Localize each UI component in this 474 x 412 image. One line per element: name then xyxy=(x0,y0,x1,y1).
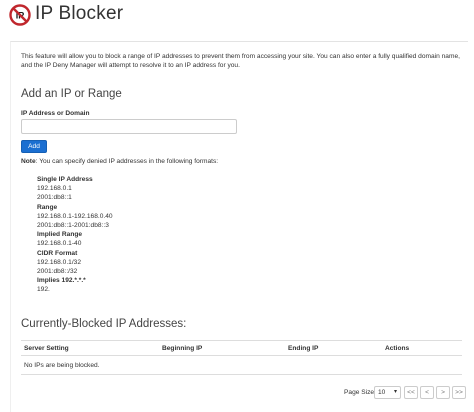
add-button[interactable]: Add xyxy=(21,140,47,153)
format-example: 2001:db8::1 xyxy=(37,194,72,202)
format-title: Single IP Address xyxy=(37,176,93,183)
format-example: 192.168.0.1/32 xyxy=(37,258,81,266)
format-note: Note: You can specify denied IP addresse… xyxy=(21,158,218,165)
column-header-server-setting[interactable]: Server Setting xyxy=(24,345,69,352)
ip-field-label: IP Address or Domain xyxy=(21,110,90,117)
page-size-label: Page Size xyxy=(344,389,375,396)
blocked-ips-heading: Currently-Blocked IP Addresses: xyxy=(21,318,187,330)
chevron-down-icon: ▾ xyxy=(393,389,397,395)
column-header-actions: Actions xyxy=(385,345,410,352)
format-example: 2001:db8::/32 xyxy=(37,268,78,276)
column-header-beginning-ip[interactable]: Beginning IP xyxy=(162,345,202,352)
ip-formats-list: Single IP Address 192.168.0.1 2001:db8::… xyxy=(37,175,113,295)
column-header-ending-ip[interactable]: Ending IP xyxy=(288,345,318,352)
ip-blocker-logo-icon: IP xyxy=(9,4,31,26)
empty-table-message: No IPs are being blocked. xyxy=(24,362,100,369)
feature-description: This feature will allow you to block a r… xyxy=(21,53,460,69)
blocked-ips-table: Server Setting Beginning IP Ending IP Ac… xyxy=(21,340,462,375)
format-example: 192.168.0.1-192.168.0.40 xyxy=(37,212,113,220)
ip-address-input[interactable] xyxy=(21,119,237,134)
format-example: 192.168.0.1 xyxy=(37,185,72,193)
last-page-button[interactable]: >> xyxy=(452,386,466,399)
page-size-select[interactable]: 10 ▾ xyxy=(374,386,401,399)
format-title: Implies 192.*.*.* xyxy=(37,277,86,285)
format-title: CIDR Format xyxy=(37,249,78,257)
add-ip-heading: Add an IP or Range xyxy=(21,88,122,100)
next-page-button[interactable]: > xyxy=(436,386,450,399)
format-title: Range xyxy=(37,203,58,211)
first-page-button[interactable]: << xyxy=(404,386,418,399)
table-header-row: Server Setting Beginning IP Ending IP Ac… xyxy=(21,340,462,356)
format-example: 192.168.0.1-40 xyxy=(37,240,82,248)
previous-page-button[interactable]: < xyxy=(420,386,434,399)
note-label: Note xyxy=(21,158,36,165)
page-size-value: 10 xyxy=(378,389,386,396)
table-row: No IPs are being blocked. xyxy=(21,356,462,375)
page-header: IP IP Blocker xyxy=(0,0,474,32)
note-text: : You can specify denied IP addresses in… xyxy=(35,158,219,165)
format-title: Implied Range xyxy=(37,231,83,239)
format-example: 192. xyxy=(37,286,50,294)
format-example: 2001:db8::1-2001:db8::3 xyxy=(37,222,109,230)
page-title: IP Blocker xyxy=(35,3,124,24)
